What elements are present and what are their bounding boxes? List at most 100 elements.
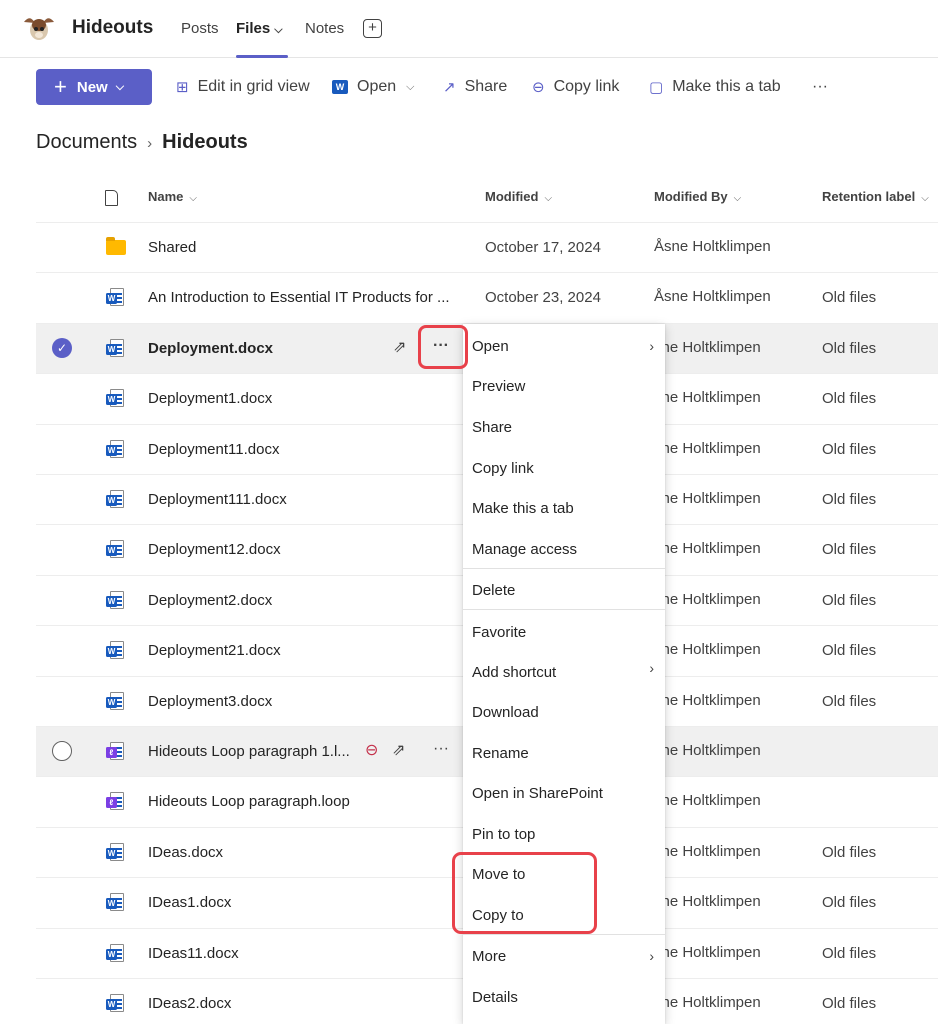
file-name[interactable]: Deployment12.docx: [148, 541, 281, 558]
word-file-icon: W: [106, 490, 124, 508]
menu-item-download[interactable]: Download: [472, 704, 658, 721]
word-file-icon: W: [106, 843, 124, 861]
retention-label: Old files: [822, 844, 877, 861]
word-file-icon: W: [106, 692, 124, 710]
more-commands-button[interactable]: ···: [812, 78, 828, 96]
menu-item-add-shortcut[interactable]: Add shortcut ›: [472, 660, 658, 681]
file-name[interactable]: Deployment.docx: [148, 340, 273, 357]
modified-by: sne Holtklimpen: [654, 742, 761, 759]
menu-item-details[interactable]: Details: [472, 989, 658, 1006]
menu-item-favorite[interactable]: Favorite: [472, 624, 658, 641]
folder-icon: [106, 237, 126, 255]
file-name[interactable]: IDeas.docx: [148, 844, 223, 861]
highlight-more-actions: [418, 325, 468, 369]
menu-item-copy-link[interactable]: Copy link: [472, 460, 658, 477]
word-file-icon: W: [106, 288, 124, 306]
word-file-icon: W: [106, 339, 124, 357]
tab-notes[interactable]: Notes: [305, 20, 344, 37]
column-retention-label: Retention label: [822, 189, 916, 204]
file-name[interactable]: IDeas1.docx: [148, 894, 231, 911]
share-icon[interactable]: ⇗: [392, 740, 405, 760]
column-header-modified[interactable]: Modified ⌵: [485, 189, 552, 204]
menu-more-label: More: [472, 948, 507, 965]
grid-icon: ⊞: [176, 79, 189, 96]
file-name[interactable]: Deployment21.docx: [148, 642, 281, 659]
file-name[interactable]: Hideouts Loop paragraph.loop: [148, 793, 350, 810]
retention-label: Old files: [822, 491, 877, 508]
menu-item-open-sharepoint[interactable]: Open in SharePoint: [472, 785, 658, 802]
modified-by: sne Holtklimpen: [654, 339, 761, 356]
plus-icon: +: [54, 74, 67, 99]
modified-by: sne Holtklimpen: [654, 944, 761, 961]
column-name-label: Name: [148, 189, 184, 204]
modified-by: Åsne Holtklimpen: [654, 238, 771, 255]
menu-item-share[interactable]: Share: [472, 419, 658, 436]
breadcrumb-current: Hideouts: [162, 131, 248, 153]
breadcrumb-root[interactable]: Documents: [36, 131, 137, 153]
share-button[interactable]: ↗ Share: [443, 78, 507, 96]
chevron-down-icon: ⌵: [733, 193, 742, 204]
folder-row[interactable]: Shared October 17, 2024 Åsne Holtklimpen: [36, 222, 938, 272]
breadcrumb: Documents › Hideouts: [36, 131, 248, 154]
share-label: Share: [464, 78, 508, 95]
file-name[interactable]: Deployment2.docx: [148, 592, 272, 609]
file-name[interactable]: Deployment11.docx: [148, 441, 279, 458]
word-file-icon: W: [106, 641, 124, 659]
column-header-name[interactable]: Name ⌵: [148, 189, 197, 204]
loop-file-icon: ℓ: [106, 792, 124, 810]
chevron-right-icon: ›: [649, 660, 654, 676]
chevron-right-icon: ›: [649, 338, 654, 354]
modified-by: sne Holtklimpen: [654, 994, 761, 1011]
share-icon[interactable]: ⇗: [393, 337, 406, 357]
select-checkbox[interactable]: [52, 741, 72, 761]
chevron-down-icon: ⌵: [544, 193, 553, 204]
menu-open-label: Open: [472, 338, 509, 355]
word-file-icon: W: [106, 944, 124, 962]
blocked-icon: ⊖: [365, 742, 379, 759]
file-name[interactable]: Hideouts Loop paragraph 1.l...: [148, 743, 350, 760]
menu-item-manage-access[interactable]: Manage access: [472, 541, 658, 558]
menu-divider: [463, 934, 665, 935]
tab-files[interactable]: Files ⌵: [236, 20, 283, 37]
make-tab-button[interactable]: ▢ Make this a tab: [649, 78, 781, 96]
modified-by: sne Holtklimpen: [654, 490, 761, 507]
highlight-move-copy: [452, 852, 597, 934]
modified-by: sne Holtklimpen: [654, 440, 761, 457]
menu-item-delete[interactable]: Delete: [472, 582, 658, 599]
column-header-modified-by[interactable]: Modified By ⌵: [654, 189, 741, 204]
open-button[interactable]: W Open ⌵: [332, 78, 414, 96]
file-name[interactable]: IDeas11.docx: [148, 945, 239, 962]
file-name[interactable]: Shared: [148, 239, 196, 256]
menu-item-rename[interactable]: Rename: [472, 745, 658, 762]
modified-date: October 17, 2024: [485, 239, 601, 256]
file-name[interactable]: IDeas2.docx: [148, 995, 231, 1012]
more-actions-icon[interactable]: ···: [433, 740, 449, 758]
chevron-down-icon: ⌵: [274, 24, 283, 36]
team-avatar[interactable]: [20, 10, 58, 46]
add-tab-icon[interactable]: +: [363, 19, 382, 38]
menu-item-make-tab[interactable]: Make this a tab: [472, 500, 658, 517]
modified-by: sne Holtklimpen: [654, 540, 761, 557]
file-name[interactable]: Deployment1.docx: [148, 390, 272, 407]
checkmark-icon[interactable]: ✓: [52, 338, 72, 358]
retention-label: Old files: [822, 995, 877, 1012]
menu-item-preview[interactable]: Preview: [472, 378, 658, 395]
menu-item-open[interactable]: Open ›: [472, 338, 658, 355]
tab-posts[interactable]: Posts: [181, 20, 219, 37]
file-type-icon[interactable]: [105, 190, 118, 206]
file-row[interactable]: W An Introduction to Essential IT Product…: [36, 272, 938, 322]
edit-grid-view-button[interactable]: ⊞ Edit in grid view: [176, 78, 310, 96]
copy-link-button[interactable]: ⊖ Copy link: [532, 78, 619, 96]
file-name[interactable]: Deployment111.docx: [148, 491, 287, 508]
menu-item-pin-to-top[interactable]: Pin to top: [472, 826, 658, 843]
team-name[interactable]: Hideouts: [72, 17, 153, 39]
new-button[interactable]: + New ⌵: [36, 69, 152, 105]
command-bar: + New ⌵ ⊞ Edit in grid view W Open ⌵ ↗ S…: [0, 60, 938, 114]
menu-divider: [463, 609, 665, 610]
file-name[interactable]: Deployment3.docx: [148, 693, 272, 710]
column-header-retention[interactable]: Retention label ⌵: [822, 189, 929, 204]
file-name[interactable]: An Introduction to Essential IT Products…: [148, 289, 450, 306]
word-file-icon: W: [106, 994, 124, 1012]
menu-item-more[interactable]: More ›: [472, 948, 658, 965]
tab-files-label: Files: [236, 20, 271, 37]
